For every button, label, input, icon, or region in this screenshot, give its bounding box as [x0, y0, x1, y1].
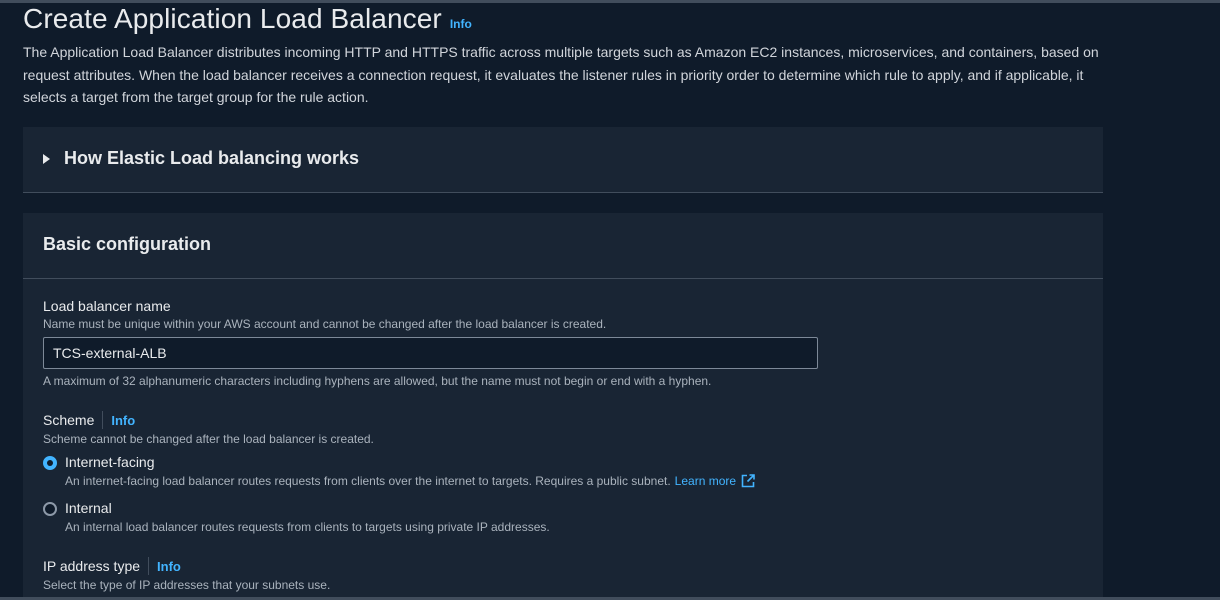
- ip-address-type-label-row: IP address type Info: [43, 557, 330, 575]
- how-it-works-expander[interactable]: How Elastic Load balancing works: [43, 148, 359, 169]
- basic-configuration-header: Basic configuration: [23, 213, 1103, 279]
- radio-button-selected[interactable]: [43, 456, 57, 470]
- internal-description: An internal load balancer routes request…: [65, 520, 550, 534]
- load-balancer-name-description: Name must be unique within your AWS acco…: [43, 317, 607, 331]
- internet-facing-text: Internet-facing An internet-facing load …: [65, 454, 755, 488]
- scheme-field: Scheme Info Scheme cannot be changed aft…: [43, 411, 374, 446]
- page-header: Create Application Load Balancer Info: [23, 3, 472, 35]
- learn-more-link[interactable]: Learn more: [675, 474, 755, 488]
- internal-text: Internal An internal load balancer route…: [65, 500, 550, 534]
- internal-label: Internal: [65, 500, 112, 516]
- ip-address-type-description: Select the type of IP addresses that you…: [43, 578, 331, 592]
- scheme-label-row: Scheme Info: [43, 411, 374, 429]
- divider: [102, 411, 104, 429]
- radio-button-unselected[interactable]: [43, 502, 57, 516]
- basic-configuration-panel: Basic configuration Load balancer name N…: [23, 213, 1103, 600]
- ip-address-type-info-link[interactable]: Info: [157, 559, 181, 574]
- load-balancer-name-label: Load balancer name: [43, 298, 171, 314]
- external-link-icon: [741, 474, 755, 488]
- internet-facing-label: Internet-facing: [65, 454, 155, 470]
- how-it-works-panel: How Elastic Load balancing works: [23, 127, 1103, 193]
- caret-right-icon: [43, 153, 50, 164]
- ip-address-type-field: IP address type Info Select the type of …: [43, 557, 330, 592]
- ip-address-type-label: IP address type: [43, 558, 141, 574]
- load-balancer-name-input[interactable]: [43, 337, 818, 369]
- page-info-link[interactable]: Info: [450, 17, 472, 31]
- learn-more-label: Learn more: [674, 474, 737, 488]
- internet-facing-description-text: An internet-facing load balancer routes …: [65, 474, 671, 488]
- scheme-option-internet-facing[interactable]: Internet-facing An internet-facing load …: [43, 454, 755, 488]
- scheme-option-internal[interactable]: Internal An internal load balancer route…: [43, 500, 550, 534]
- how-it-works-label: How Elastic Load balancing works: [64, 148, 360, 168]
- page-description: The Application Load Balancer distribute…: [23, 44, 1099, 105]
- scheme-description: Scheme cannot be changed after the load …: [43, 432, 374, 446]
- page-title: Create Application Load Balancer: [23, 3, 442, 34]
- basic-configuration-title: Basic configuration: [43, 234, 212, 254]
- internet-facing-description: An internet-facing load balancer routes …: [65, 474, 755, 488]
- load-balancer-name-constraint: A maximum of 32 alphanumeric characters …: [43, 374, 712, 388]
- scheme-label: Scheme: [43, 412, 95, 428]
- load-balancer-name-field: Load balancer name Name must be unique w…: [43, 298, 606, 331]
- scheme-info-link[interactable]: Info: [111, 413, 135, 428]
- divider: [148, 557, 150, 575]
